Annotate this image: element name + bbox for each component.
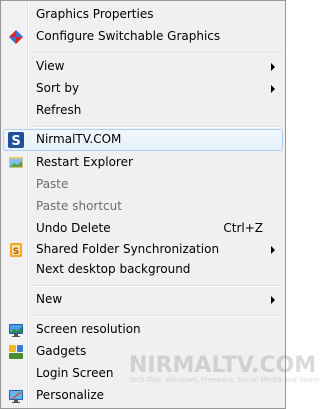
menu-item-label: Login Screen xyxy=(36,366,114,380)
menu-item-label: Configure Switchable Graphics xyxy=(36,29,221,43)
menu-item-label: Sort by xyxy=(36,81,80,95)
menu-item-label: Paste shortcut xyxy=(36,199,122,213)
submenu-arrow-icon xyxy=(271,63,275,71)
menu-item-new[interactable]: New xyxy=(3,289,283,311)
submenu-arrow-icon xyxy=(271,246,275,254)
menu-item-login-screen[interactable]: Login Screen xyxy=(3,363,283,385)
menu-item-gadgets[interactable]: Gadgets xyxy=(3,341,283,363)
menu-item-label: Gadgets xyxy=(36,344,87,358)
personalize-icon xyxy=(9,390,23,403)
shared-folder-sync-icon: S xyxy=(10,243,22,257)
svg-text:S: S xyxy=(11,134,20,148)
menu-item-next-desktop-background[interactable]: Next desktop background xyxy=(3,259,283,281)
menu-separator xyxy=(31,52,282,54)
menu-separator xyxy=(31,126,282,128)
menu-item-paste[interactable]: Paste xyxy=(3,174,283,196)
menu-item-restart-explorer[interactable]: Restart Explorer xyxy=(3,152,283,174)
desktop-context-menu: Graphics Properties Configure Switchable… xyxy=(0,0,320,409)
menu-item-graphics-properties[interactable]: Graphics Properties xyxy=(3,4,283,26)
explorer-icon xyxy=(9,157,23,168)
menu-separator xyxy=(31,285,282,287)
switchable-graphics-icon xyxy=(9,30,23,44)
menu-item-sort-by[interactable]: Sort by xyxy=(3,78,283,100)
submenu-arrow-icon xyxy=(271,85,275,93)
menu-item-nirmaltv[interactable]: S NirmalTV.COM xyxy=(3,129,283,151)
menu-item-shared-folder-sync[interactable]: S Shared Folder Synchronization xyxy=(3,239,283,261)
menu-item-label: New xyxy=(36,292,63,306)
nirmaltv-icon: S xyxy=(8,132,24,148)
menu-item-label: Paste xyxy=(36,177,69,191)
menu-item-label: Graphics Properties xyxy=(36,7,154,21)
menu-item-label: Personalize xyxy=(36,388,105,402)
menu-item-label: NirmalTV.COM xyxy=(36,132,122,146)
menu-item-paste-shortcut[interactable]: Paste shortcut xyxy=(3,196,283,218)
menu-item-label: Next desktop background xyxy=(36,262,191,276)
menu-item-configure-switchable-graphics[interactable]: Configure Switchable Graphics xyxy=(3,26,283,48)
menu-item-label: Undo Delete xyxy=(36,221,111,235)
monitor-icon xyxy=(9,324,23,337)
menu-item-refresh[interactable]: Refresh xyxy=(3,100,283,122)
menu-item-undo-delete[interactable]: Undo Delete Ctrl+Z xyxy=(3,218,283,240)
menu-item-screen-resolution[interactable]: Screen resolution xyxy=(3,319,283,341)
svg-text:S: S xyxy=(13,247,19,257)
menu-item-shortcut: Ctrl+Z xyxy=(223,221,263,235)
menu-item-label: View xyxy=(36,59,65,73)
menu-item-view[interactable]: View xyxy=(3,56,283,78)
menu-item-label: Screen resolution xyxy=(36,322,141,336)
menu-item-label: Shared Folder Synchronization xyxy=(36,242,220,256)
menu-separator xyxy=(31,315,282,317)
gadgets-icon xyxy=(9,345,23,359)
menu-item-personalize[interactable]: Personalize xyxy=(3,385,283,407)
menu-item-label: Refresh xyxy=(36,103,82,117)
submenu-arrow-icon xyxy=(271,296,275,304)
menu-item-label: Restart Explorer xyxy=(36,155,133,169)
